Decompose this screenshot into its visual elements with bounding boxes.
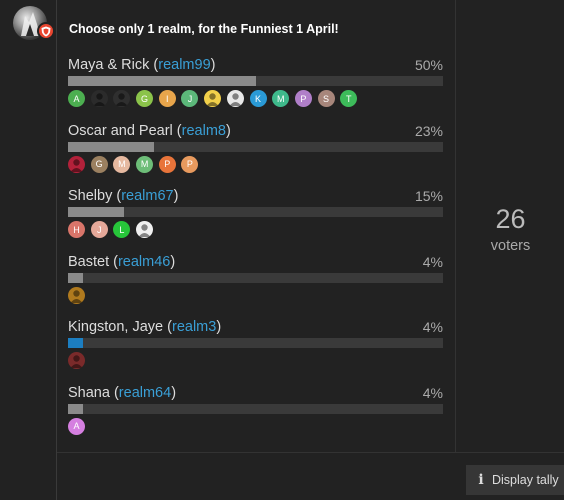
realm-link[interactable]: realm3 [172, 319, 216, 335]
paren-close: ) [170, 253, 176, 270]
option-label: Shelby (realm67) [68, 188, 178, 204]
paren-close: ) [216, 319, 222, 335]
poll-container: Choose only 1 realm, for the Funniest 1 … [57, 0, 455, 452]
option-bar-track [68, 272, 443, 283]
author-column [0, 0, 56, 500]
paren-open: ( [172, 122, 182, 139]
option-voters [68, 286, 91, 305]
voter-avatar[interactable]: A [68, 90, 85, 107]
poll-title: Choose only 1 realm, for the Funniest 1 … [69, 22, 339, 36]
paren-close: ) [171, 384, 177, 401]
voter-avatar[interactable]: K [249, 90, 267, 107]
voter-avatar[interactable]: P [158, 155, 176, 173]
display-tally-label: Display tally [492, 473, 559, 487]
voter-avatar[interactable]: I [158, 90, 176, 107]
shield-flair-icon [37, 22, 55, 40]
option-label: Kingston, Jaye (realm3) [68, 319, 221, 335]
option-label: Oscar and Pearl (realm8) [68, 123, 231, 139]
voter-avatar[interactable]: L [113, 221, 131, 238]
option-bar-track [68, 141, 443, 152]
voter-count: 26 [495, 204, 526, 234]
photo-avatar-icon[interactable] [136, 221, 154, 238]
voter-avatar[interactable]: H [68, 221, 85, 238]
option-voters [68, 352, 91, 370]
option-voters: HJL [68, 221, 159, 239]
voter-avatar[interactable]: G [136, 90, 154, 107]
realm-link[interactable]: realm99 [158, 57, 210, 73]
option-percent: 15% [414, 188, 443, 204]
option-bar-track [68, 76, 443, 86]
option-percent: 4% [422, 384, 443, 401]
voter-avatar[interactable]: G [90, 155, 108, 173]
realm-link[interactable]: realm67 [121, 188, 173, 204]
voter-count-label: voters [490, 238, 531, 254]
voter-avatar[interactable]: M [113, 155, 131, 173]
option-name: Bastet [68, 253, 110, 270]
voter-avatar[interactable]: A [68, 417, 85, 435]
option-voters: A GIJ KMPST [68, 90, 363, 108]
photo-avatar-icon[interactable] [68, 286, 85, 304]
paren-open: ( [109, 384, 119, 401]
voter-avatar[interactable]: P [294, 90, 312, 107]
paren-close: ) [210, 57, 216, 73]
paren-open: ( [112, 188, 122, 204]
voter-avatar[interactable]: P [181, 155, 199, 173]
option-voters: GMMPP [68, 155, 204, 174]
option-name: Kingston, Jaye [68, 319, 164, 335]
display-tally-button[interactable]: i Display tally [466, 465, 564, 495]
info-icon: i [478, 472, 484, 488]
realm-link[interactable]: realm8 [182, 123, 226, 139]
option-voters: A [68, 417, 91, 436]
paren-open: ( [109, 253, 118, 270]
paren-open: ( [149, 57, 159, 73]
option-name: Shana [68, 384, 110, 401]
option-bar-fill [68, 76, 256, 86]
option-percent: 4% [422, 253, 443, 270]
option-name: Maya & Rick [68, 57, 150, 73]
option-percent: 4% [422, 319, 443, 335]
poll-info-panel: 26 voters [455, 0, 564, 452]
option-bar-fill [68, 403, 83, 414]
voter-avatar[interactable]: T [340, 90, 358, 107]
paren-close: ) [225, 122, 231, 139]
realm-link[interactable]: realm46 [118, 254, 170, 270]
voter-avatar[interactable]: M [136, 155, 154, 173]
option-bar-fill [68, 272, 83, 283]
option-name: Oscar and Pearl [68, 122, 173, 139]
voter-avatar[interactable]: M [272, 90, 290, 107]
paren-open: ( [163, 319, 172, 335]
option-percent: 50% [414, 57, 443, 73]
photo-avatar-icon[interactable] [68, 352, 85, 369]
option-label: Shana (realm64) [68, 385, 176, 401]
option-bar-fill [68, 207, 124, 217]
paren-close: ) [173, 188, 179, 204]
voter-avatar[interactable]: J [181, 90, 199, 107]
photo-avatar-icon[interactable] [90, 90, 108, 107]
option-bar-track [68, 403, 443, 414]
option-label: Maya & Rick (realm99) [68, 57, 215, 73]
photo-avatar-icon[interactable] [68, 155, 85, 173]
photo-avatar-icon[interactable] [226, 90, 244, 107]
photo-avatar-icon[interactable] [113, 90, 131, 107]
poll-footer-divider [57, 452, 564, 453]
realm-link[interactable]: realm64 [119, 385, 171, 401]
voter-avatar[interactable]: J [90, 221, 108, 238]
option-bar-fill [68, 338, 83, 348]
voter-avatar[interactable]: S [317, 90, 335, 107]
option-percent: 23% [414, 122, 443, 139]
option-bar-track [68, 207, 443, 217]
option-bar-fill [68, 141, 154, 152]
option-label: Bastet (realm46) [68, 254, 175, 270]
photo-avatar-icon[interactable] [204, 90, 222, 107]
option-bar-track [68, 338, 443, 348]
option-name: Shelby [68, 188, 113, 204]
